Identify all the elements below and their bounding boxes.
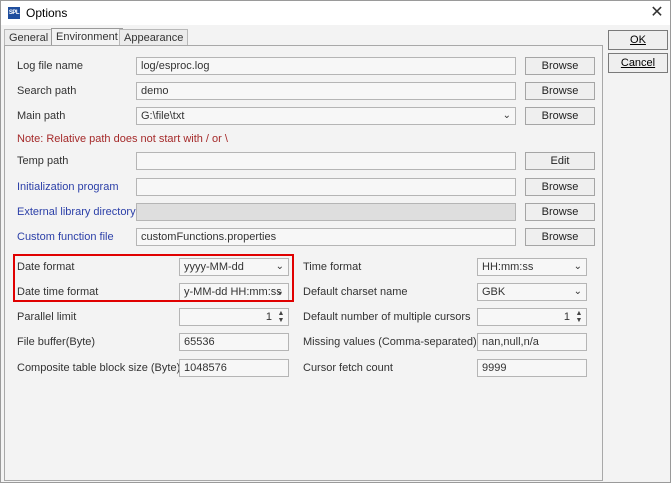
search-path-browse-button[interactable]: Browse — [525, 82, 595, 100]
main-path-label: Main path — [17, 110, 66, 122]
external-library-browse-button[interactable]: Browse — [525, 203, 595, 221]
cursors-spinner[interactable]: 1 ▲ ▼ — [477, 308, 587, 326]
charset-combo[interactable]: GBK ⌄ — [477, 283, 587, 301]
close-icon[interactable]: ✕ — [647, 3, 667, 23]
temp-path-label: Temp path — [17, 155, 69, 167]
temp-path-input[interactable] — [136, 152, 516, 170]
init-program-label[interactable]: Initialization program — [17, 181, 119, 193]
block-size-input[interactable]: 1048576 — [179, 359, 289, 377]
main-path-browse-button[interactable]: Browse — [525, 107, 595, 125]
app-logo-icon: SPL — [8, 7, 20, 19]
cursors-label: Default number of multiple cursors — [303, 311, 471, 323]
missing-values-input[interactable]: nan,null,n/a — [477, 333, 587, 351]
charset-value: GBK — [482, 286, 506, 298]
charset-label: Default charset name — [303, 286, 408, 298]
main-path-combo[interactable]: G:\file\txt ⌄ — [136, 107, 516, 125]
missing-values-label: Missing values (Comma-separated) — [303, 336, 477, 348]
tab-environment[interactable]: Environment — [51, 28, 123, 46]
external-library-label[interactable]: External library directory — [17, 206, 136, 218]
parallel-limit-spinner[interactable]: 1 ▲ ▼ — [179, 308, 289, 326]
tab-general[interactable]: General — [4, 29, 54, 46]
parallel-limit-label: Parallel limit — [17, 311, 77, 323]
relative-path-note: Note: Relative path does not start with … — [17, 133, 228, 145]
custom-function-input[interactable]: customFunctions.properties — [136, 228, 516, 246]
ok-button[interactable]: OK — [608, 30, 668, 50]
chevron-down-icon[interactable]: ⌄ — [574, 259, 582, 275]
cancel-button-label: Cancel — [620, 57, 656, 69]
time-format-combo[interactable]: HH:mm:ss ⌄ — [477, 258, 587, 276]
parallel-limit-value: 1 — [265, 311, 272, 323]
external-library-input — [136, 203, 516, 221]
file-buffer-label: File buffer(Byte) — [17, 336, 96, 348]
time-format-value: HH:mm:ss — [482, 261, 534, 273]
fetch-count-label: Cursor fetch count — [303, 362, 393, 374]
temp-path-edit-button[interactable]: Edit — [525, 152, 595, 170]
init-program-input[interactable] — [136, 178, 516, 196]
search-path-input[interactable]: demo — [136, 82, 516, 100]
tab-appearance[interactable]: Appearance — [119, 29, 189, 46]
chevron-down-icon[interactable]: ⌄ — [503, 108, 511, 124]
search-path-label: Search path — [17, 85, 77, 97]
block-size-label: Composite table block size (Byte) — [17, 362, 181, 374]
spinner-arrows-icon[interactable]: ▲ ▼ — [276, 310, 286, 324]
window-title: Options — [26, 6, 68, 20]
fetch-count-input[interactable]: 9999 — [477, 359, 587, 377]
cancel-button[interactable]: Cancel — [608, 53, 668, 73]
log-file-label: Log file name — [17, 60, 84, 72]
custom-function-browse-button[interactable]: Browse — [525, 228, 595, 246]
title-bar: SPL Options ✕ — [1, 1, 670, 25]
cursors-value: 1 — [563, 311, 570, 323]
options-dialog: SPL Options ✕ General Environment Appear… — [0, 0, 671, 483]
chevron-down-icon[interactable]: ⌄ — [574, 284, 582, 300]
log-file-input[interactable]: log/esproc.log — [136, 57, 516, 75]
highlight-annotation-box — [13, 254, 294, 302]
spinner-arrows-icon[interactable]: ▲ ▼ — [574, 310, 584, 324]
main-path-value: G:\file\txt — [141, 110, 185, 122]
log-file-browse-button[interactable]: Browse — [525, 57, 595, 75]
time-format-label: Time format — [303, 261, 362, 273]
init-program-browse-button[interactable]: Browse — [525, 178, 595, 196]
custom-function-label[interactable]: Custom function file — [17, 231, 114, 243]
file-buffer-input[interactable]: 65536 — [179, 333, 289, 351]
ok-button-label: OK — [630, 34, 646, 46]
